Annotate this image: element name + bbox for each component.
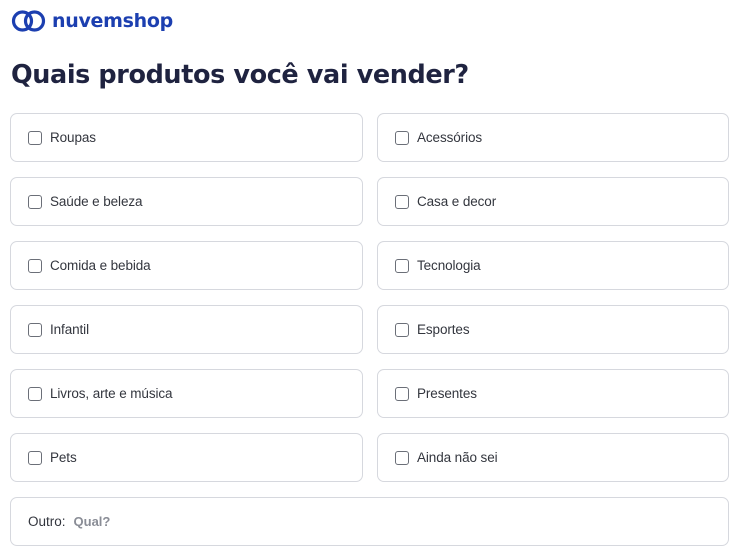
option-label: Infantil [50, 322, 89, 337]
page-title: Quais produtos você vai vender? [11, 60, 469, 90]
nuvemshop-logo[interactable]: nuvemshop [11, 7, 173, 35]
checkbox[interactable] [395, 386, 409, 401]
option-label: Casa e decor [417, 194, 497, 209]
option-esportes[interactable]: Esportes [377, 305, 729, 354]
option-label: Comida e bebida [50, 258, 151, 273]
option-label: Livros, arte e música [50, 386, 173, 401]
option-label: Saúde e beleza [50, 194, 143, 209]
option-pets[interactable]: Pets [10, 433, 363, 482]
checkbox[interactable] [28, 194, 42, 209]
option-label: Ainda não sei [417, 450, 498, 465]
checkbox[interactable] [395, 194, 409, 209]
option-roupas[interactable]: Roupas [10, 113, 363, 162]
option-label: Tecnologia [417, 258, 481, 273]
option-presentes[interactable]: Presentes [377, 369, 729, 418]
option-label: Pets [50, 450, 77, 465]
other-label: Outro: [28, 514, 66, 529]
brand-name: nuvemshop [52, 10, 173, 32]
checkbox[interactable] [395, 258, 409, 273]
option-saude-e-beleza[interactable]: Saúde e beleza [10, 177, 363, 226]
option-label: Acessórios [417, 130, 483, 145]
other-input[interactable] [73, 514, 674, 529]
option-ainda-nao-sei[interactable]: Ainda não sei [377, 433, 729, 482]
checkbox[interactable] [28, 322, 42, 337]
option-comida-e-bebida[interactable]: Comida e bebida [10, 241, 363, 290]
checkbox[interactable] [395, 322, 409, 337]
checkbox[interactable] [28, 258, 42, 273]
option-tecnologia[interactable]: Tecnologia [377, 241, 729, 290]
product-options-grid: Roupas Acessórios Saúde e beleza Casa e … [10, 113, 729, 482]
option-infantil[interactable]: Infantil [10, 305, 363, 354]
checkbox[interactable] [28, 130, 42, 145]
checkbox[interactable] [395, 130, 409, 145]
option-label: Esportes [417, 322, 470, 337]
checkbox[interactable] [28, 386, 42, 401]
option-label: Presentes [417, 386, 477, 401]
checkbox[interactable] [28, 450, 42, 465]
option-label: Roupas [50, 130, 96, 145]
other-option[interactable]: Outro: [10, 497, 729, 546]
option-livros-arte-e-musica[interactable]: Livros, arte e música [10, 369, 363, 418]
nuvemshop-cloud-icon [11, 10, 46, 32]
option-casa-e-decor[interactable]: Casa e decor [377, 177, 729, 226]
checkbox[interactable] [395, 450, 409, 465]
option-acessorios[interactable]: Acessórios [377, 113, 729, 162]
